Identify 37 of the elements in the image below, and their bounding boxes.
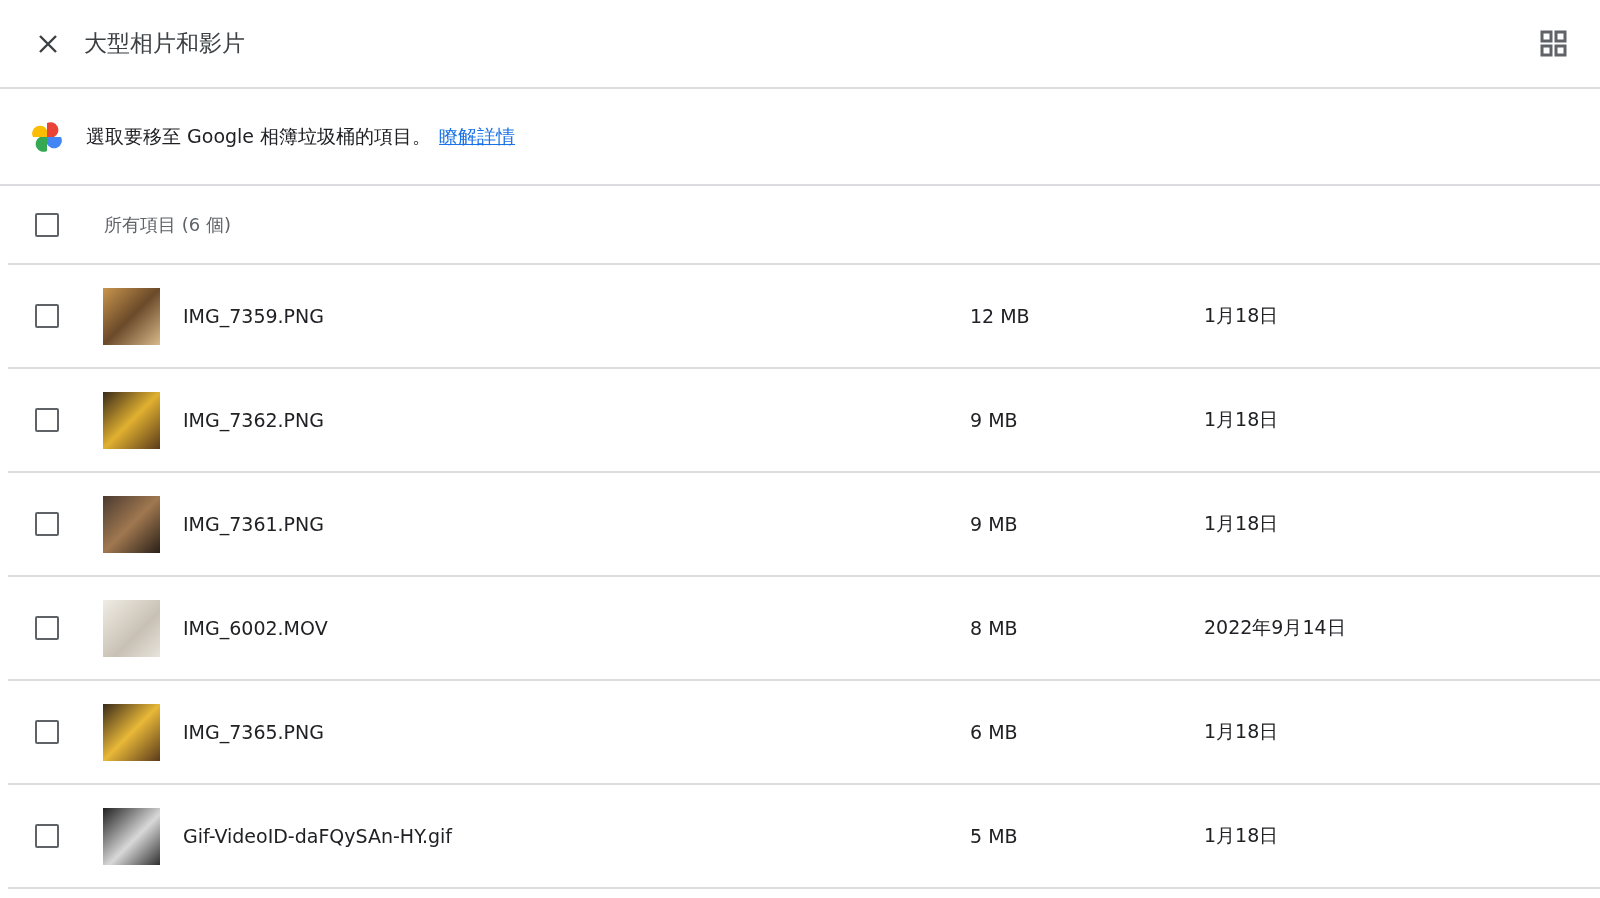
file-size: 12 MB <box>970 305 1031 327</box>
checkbox[interactable] <box>35 824 59 848</box>
file-size: 9 MB <box>970 513 1019 535</box>
photo-placeholder <box>103 599 160 657</box>
checkbox[interactable] <box>35 616 59 640</box>
file-name: IMG_7361.PNG <box>183 513 325 535</box>
notice-text: 選取要移至 Google 相簿垃圾桶的項目。 <box>86 123 432 149</box>
file-date: 1月18日 <box>1204 511 1279 536</box>
file-size: 6 MB <box>970 721 1019 743</box>
file-name: IMG_7365.PNG <box>183 721 325 743</box>
file-name: IMG_7359.PNG <box>183 305 325 327</box>
file-date: 1月18日 <box>1204 407 1279 432</box>
file-name: IMG_6002.MOV <box>183 617 329 639</box>
checkbox[interactable] <box>35 212 59 237</box>
photo-placeholder <box>103 391 160 449</box>
checkbox[interactable] <box>35 408 59 432</box>
photo-placeholder <box>103 807 160 865</box>
file-size: 8 MB <box>970 617 1019 639</box>
file-name: IMG_7362.PNG <box>183 409 325 431</box>
learn-more-link[interactable]: 瞭解詳情 <box>439 123 516 150</box>
file-size: 5 MB <box>970 825 1019 847</box>
file-date: 1月18日 <box>1204 823 1279 848</box>
photo-placeholder <box>103 287 160 345</box>
file-size: 9 MB <box>970 409 1019 431</box>
checkbox[interactable] <box>35 720 59 744</box>
file-date: 2022年9月14日 <box>1204 615 1346 640</box>
pinwheel-logo-icon <box>31 120 63 153</box>
file-date: 1月18日 <box>1204 303 1279 328</box>
photo-placeholder <box>103 703 160 761</box>
file-name: Gif-VideoID-daFQySAn-HY.gif <box>183 825 454 847</box>
select-all-label: 所有項目 (6 個) <box>104 212 231 237</box>
grid-view-button[interactable] <box>1540 29 1568 58</box>
page-title: 大型相片和影片 <box>84 29 246 58</box>
file-date: 1月18日 <box>1204 719 1279 744</box>
checkbox[interactable] <box>35 512 59 536</box>
photo-placeholder <box>103 495 160 553</box>
checkbox[interactable] <box>35 304 59 328</box>
